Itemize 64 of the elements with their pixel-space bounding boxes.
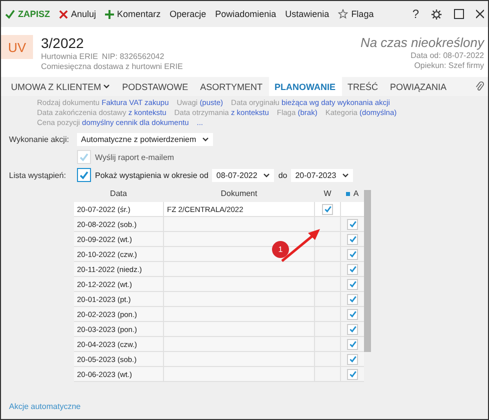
toolbar-button[interactable]: Flaga bbox=[338, 9, 374, 19]
square-icon bbox=[346, 192, 350, 196]
toolbar-button[interactable]: ZAPISZ bbox=[5, 9, 50, 19]
plus-icon bbox=[105, 10, 114, 18]
tab[interactable]: ASORTYMENT bbox=[194, 77, 269, 96]
date-to-select[interactable]: 20-07-2023 bbox=[291, 168, 354, 182]
owner-name: Opiekun: Szef firmy bbox=[414, 61, 484, 70]
column-header: A bbox=[341, 186, 364, 201]
field-label: Wykonanie akcji: bbox=[9, 135, 70, 144]
document-description: Comiesięczna dostawa z hurtowni ERIE bbox=[41, 62, 183, 71]
contract-status: Na czas nieokreślony bbox=[360, 35, 484, 50]
date-range-label: do bbox=[278, 170, 288, 180]
nip-number: NIP: 8326562042 bbox=[102, 52, 164, 61]
toolbar-button[interactable]: Anuluj bbox=[59, 9, 96, 19]
toolbar-button[interactable]: Powiadomienia bbox=[215, 9, 276, 19]
column-header: Data bbox=[109, 188, 128, 200]
square-icon bbox=[454, 9, 464, 19]
close-icon bbox=[59, 10, 68, 18]
checkbox[interactable] bbox=[347, 294, 358, 304]
checkbox[interactable] bbox=[347, 278, 358, 290]
checkbox[interactable] bbox=[347, 264, 358, 274]
column-header: W bbox=[322, 188, 332, 200]
checkbox-label: Wyślij raport e-mailem bbox=[95, 152, 174, 162]
close-button[interactable] bbox=[476, 9, 484, 19]
date-from-select[interactable]: 08-07-2022 bbox=[212, 168, 274, 182]
checkbox[interactable] bbox=[347, 218, 358, 230]
tab[interactable]: PLANOWANIE bbox=[268, 77, 342, 96]
close-icon bbox=[476, 9, 484, 19]
start-date: Data od: 08-07-2022 bbox=[410, 51, 484, 60]
checkmark-icon bbox=[5, 9, 15, 19]
help-button[interactable]: ? bbox=[412, 7, 419, 21]
maximize-button[interactable] bbox=[454, 9, 464, 19]
paperclip-icon[interactable] bbox=[475, 81, 484, 92]
checkbox[interactable] bbox=[322, 204, 333, 214]
checkbox[interactable] bbox=[347, 368, 358, 380]
checkbox[interactable] bbox=[347, 338, 358, 350]
settings-button[interactable] bbox=[431, 8, 442, 20]
checkbox[interactable] bbox=[347, 234, 358, 244]
tab[interactable]: POWIĄZANIA bbox=[384, 77, 453, 96]
tab[interactable]: PODSTAWOWE bbox=[116, 77, 194, 96]
column-header: Dokument bbox=[220, 188, 258, 200]
document-number: 3/2022 bbox=[41, 35, 85, 51]
toolbar-button[interactable]: Komentarz bbox=[105, 9, 161, 19]
execution-select[interactable]: Automatyczne z potwierdzeniem bbox=[77, 133, 214, 146]
scrollbar-thumb[interactable] bbox=[364, 190, 371, 352]
field-label: Lista wystąpień: bbox=[9, 170, 67, 180]
checkbox[interactable] bbox=[347, 354, 358, 364]
company-name: Hurtownia ERIE bbox=[41, 52, 98, 61]
caret-icon bbox=[263, 172, 270, 178]
tab[interactable]: UMOWA Z KLIENTEM bbox=[5, 77, 116, 96]
star-icon bbox=[338, 9, 348, 19]
pointer-arrow bbox=[280, 227, 322, 263]
caret-icon bbox=[342, 172, 350, 178]
checkbox[interactable] bbox=[347, 248, 358, 260]
toolbar-button[interactable]: Ustawienia bbox=[285, 9, 330, 19]
caret-icon bbox=[202, 137, 210, 142]
toolbar-button[interactable]: Operacje bbox=[170, 9, 206, 19]
document-type-badge: UV bbox=[1, 35, 33, 59]
checkbox[interactable] bbox=[347, 308, 358, 320]
checkbox-label: Pokaż wystąpienia w okresie od bbox=[95, 170, 208, 180]
checkbox[interactable] bbox=[347, 324, 358, 334]
gear-icon bbox=[431, 8, 442, 20]
tab[interactable]: TREŚĆ bbox=[342, 77, 384, 96]
occurrences-checkbox[interactable] bbox=[77, 168, 91, 182]
